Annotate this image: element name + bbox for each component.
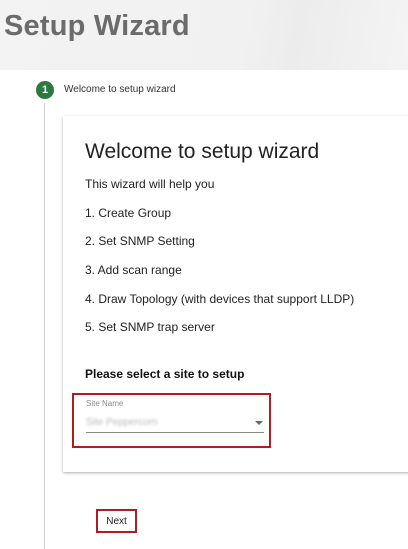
- step-label[interactable]: Welcome to setup wizard: [64, 84, 176, 95]
- site-select-prompt: Please select a site to setup: [85, 367, 245, 381]
- list-item: 1. Create Group: [85, 206, 172, 220]
- site-name-select[interactable]: Site Peppercorn: [86, 417, 158, 428]
- site-select-underline: [86, 432, 264, 433]
- list-item: 4. Draw Topology (with devices that supp…: [85, 292, 355, 306]
- page-title: Setup Wizard: [4, 10, 190, 42]
- list-item: 2. Set SNMP Setting: [85, 234, 195, 248]
- site-name-label: Site Name: [86, 399, 124, 408]
- list-item: 3. Add scan range: [85, 263, 182, 277]
- step-connector-line: [44, 103, 45, 549]
- card-title: Welcome to setup wizard: [85, 140, 320, 163]
- chevron-down-icon[interactable]: [255, 421, 263, 425]
- intro-text: This wizard will help you: [85, 177, 215, 191]
- next-button[interactable]: Next: [96, 509, 137, 533]
- step-number-badge: 1: [36, 81, 54, 99]
- list-item: 5. Set SNMP trap server: [85, 320, 215, 334]
